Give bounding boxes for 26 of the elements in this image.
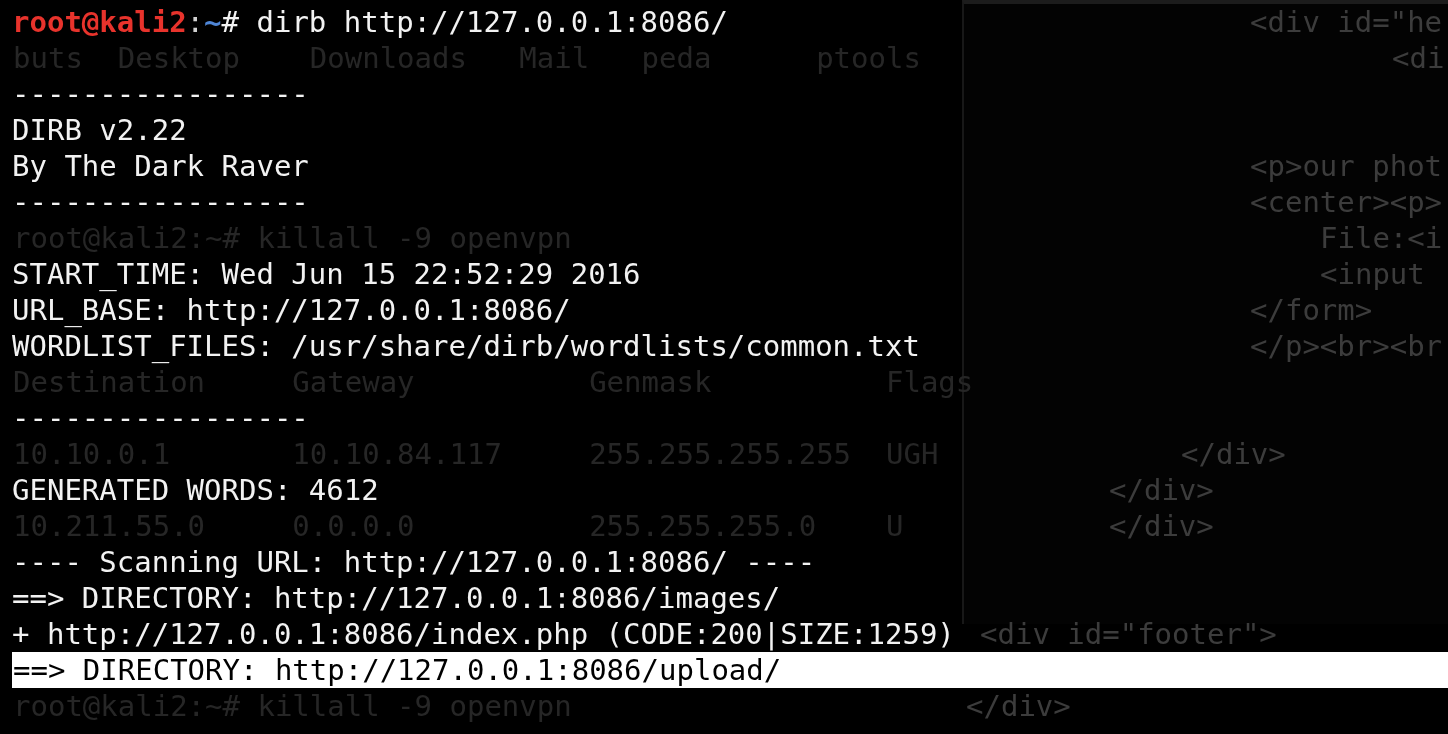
terminal-line: GENERATED WORDS: 4612 (12, 473, 379, 507)
terminal-line: ----------------- (12, 401, 309, 435)
terminal-line: + http://127.0.0.1:8086/index.php (CODE:200|SIZE:1259) (12, 617, 955, 651)
code-line: </div> (1109, 508, 1214, 544)
code-line: <center><p> (1250, 184, 1443, 220)
terminal-line: ----------------- (12, 185, 309, 219)
prompt-line: root@kali2:~# dirb http://127.0.0.1:8086/ (12, 5, 728, 39)
code-line: <input (1320, 256, 1425, 292)
terminal-line: DIRB v2.22 (12, 113, 187, 147)
terminal-line: ----------------- (12, 77, 309, 111)
code-line: </form> (1250, 292, 1373, 328)
terminal-line: WORDLIST_FILES: /usr/share/dirb/wordlists/common.txt (12, 329, 920, 363)
code-line: </div> (966, 688, 1071, 724)
terminal-line: ==> DIRECTORY: http://127.0.0.1:8086/images/ (12, 581, 781, 615)
code-line: </div> (1181, 436, 1286, 472)
terminal-line: By The Dark Raver (12, 149, 309, 183)
code-line: File:<i (1320, 220, 1443, 256)
terminal-line: URL_BASE: http://127.0.0.1:8086/ (12, 293, 571, 327)
code-line: <p>our phot (1250, 148, 1443, 184)
code-line: <div id="footer"> (980, 616, 1277, 652)
code-line: <div id="he (1250, 4, 1443, 40)
code-line: </p><br><br (1250, 328, 1443, 364)
terminal-line: START_TIME: Wed Jun 15 22:52:29 2016 (12, 257, 641, 291)
code-line: </div> (1109, 472, 1214, 508)
code-line: <di (1392, 40, 1445, 76)
terminal-line: ---- Scanning URL: http://127.0.0.1:8086/ ---- (12, 545, 816, 579)
